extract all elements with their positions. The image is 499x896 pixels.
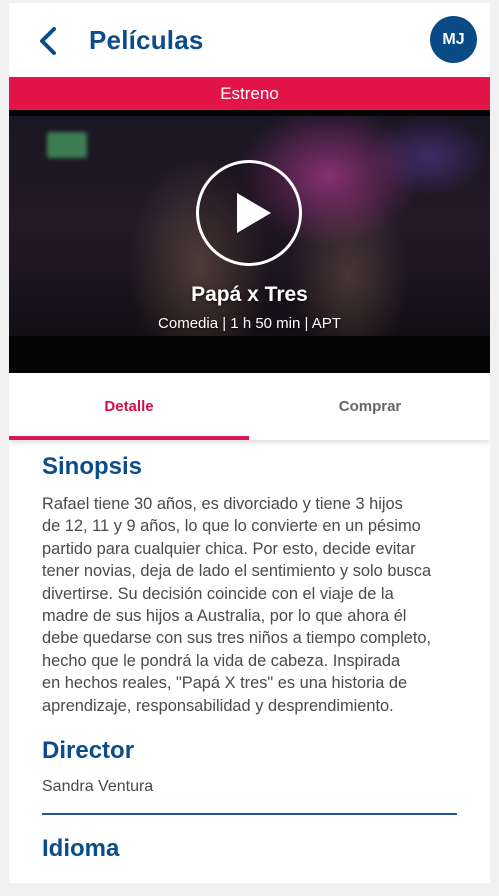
play-icon — [237, 193, 271, 233]
synopsis-line: debe quedarse con sus tres niños a tiemp… — [42, 629, 432, 648]
synopsis-heading: Sinopsis — [42, 453, 143, 480]
synopsis-line: aprendizaje, responsabilidad y desprendi… — [42, 696, 394, 715]
language-heading: Idioma — [42, 835, 120, 863]
synopsis-line: partido para cualquier chica. Por esto, … — [42, 539, 416, 558]
play-trailer-button[interactable] — [196, 160, 302, 266]
premiere-banner: Estreno — [9, 77, 490, 110]
detail-tabs: Detalle Comprar — [9, 373, 490, 440]
director-name: Sandra Ventura — [42, 778, 154, 796]
tab-comprar[interactable]: Comprar — [250, 373, 490, 440]
app-screen: Películas MJ Estreno Papá x Tres Comedia… — [9, 3, 490, 883]
synopsis-line: de 12, 11 y 9 años, lo que lo convierte … — [42, 517, 421, 536]
page-title: Películas — [89, 25, 204, 55]
tab-detalle[interactable]: Detalle — [9, 373, 249, 440]
synopsis-line: divertirse. Su decisión coincide con el … — [42, 584, 394, 603]
user-avatar[interactable]: MJ — [430, 16, 477, 63]
synopsis-line: tener novias, deja de lado el sentimient… — [42, 562, 432, 581]
active-tab-indicator — [9, 436, 249, 440]
detail-content: Sinopsis Rafael tiene 30 años, es divorc… — [42, 453, 462, 863]
synopsis-line: madre de sus hijos a Australia, por lo q… — [42, 607, 407, 626]
director-heading: Director — [42, 737, 135, 765]
synopsis-line: hecho que le pondrá la vida de cabeza. I… — [42, 651, 401, 670]
app-header: Películas MJ — [9, 3, 490, 77]
synopsis-line: Rafael tiene 30 años, es divorciado y ti… — [42, 495, 403, 513]
section-divider — [42, 813, 457, 816]
background-light — [47, 132, 87, 158]
synopsis-text: Rafael tiene 30 años, es divorciado y ti… — [42, 493, 462, 717]
synopsis-line: en hechos reales, "Papá X tres" es una h… — [42, 674, 408, 693]
movie-title: Papá x Tres — [191, 283, 308, 306]
movie-meta: Comedia | 1 h 50 min | APT — [158, 315, 341, 332]
back-button[interactable] — [33, 23, 63, 59]
chevron-left-icon — [40, 27, 56, 55]
trailer-hero: Papá x Tres Comedia | 1 h 50 min | APT — [9, 110, 490, 373]
